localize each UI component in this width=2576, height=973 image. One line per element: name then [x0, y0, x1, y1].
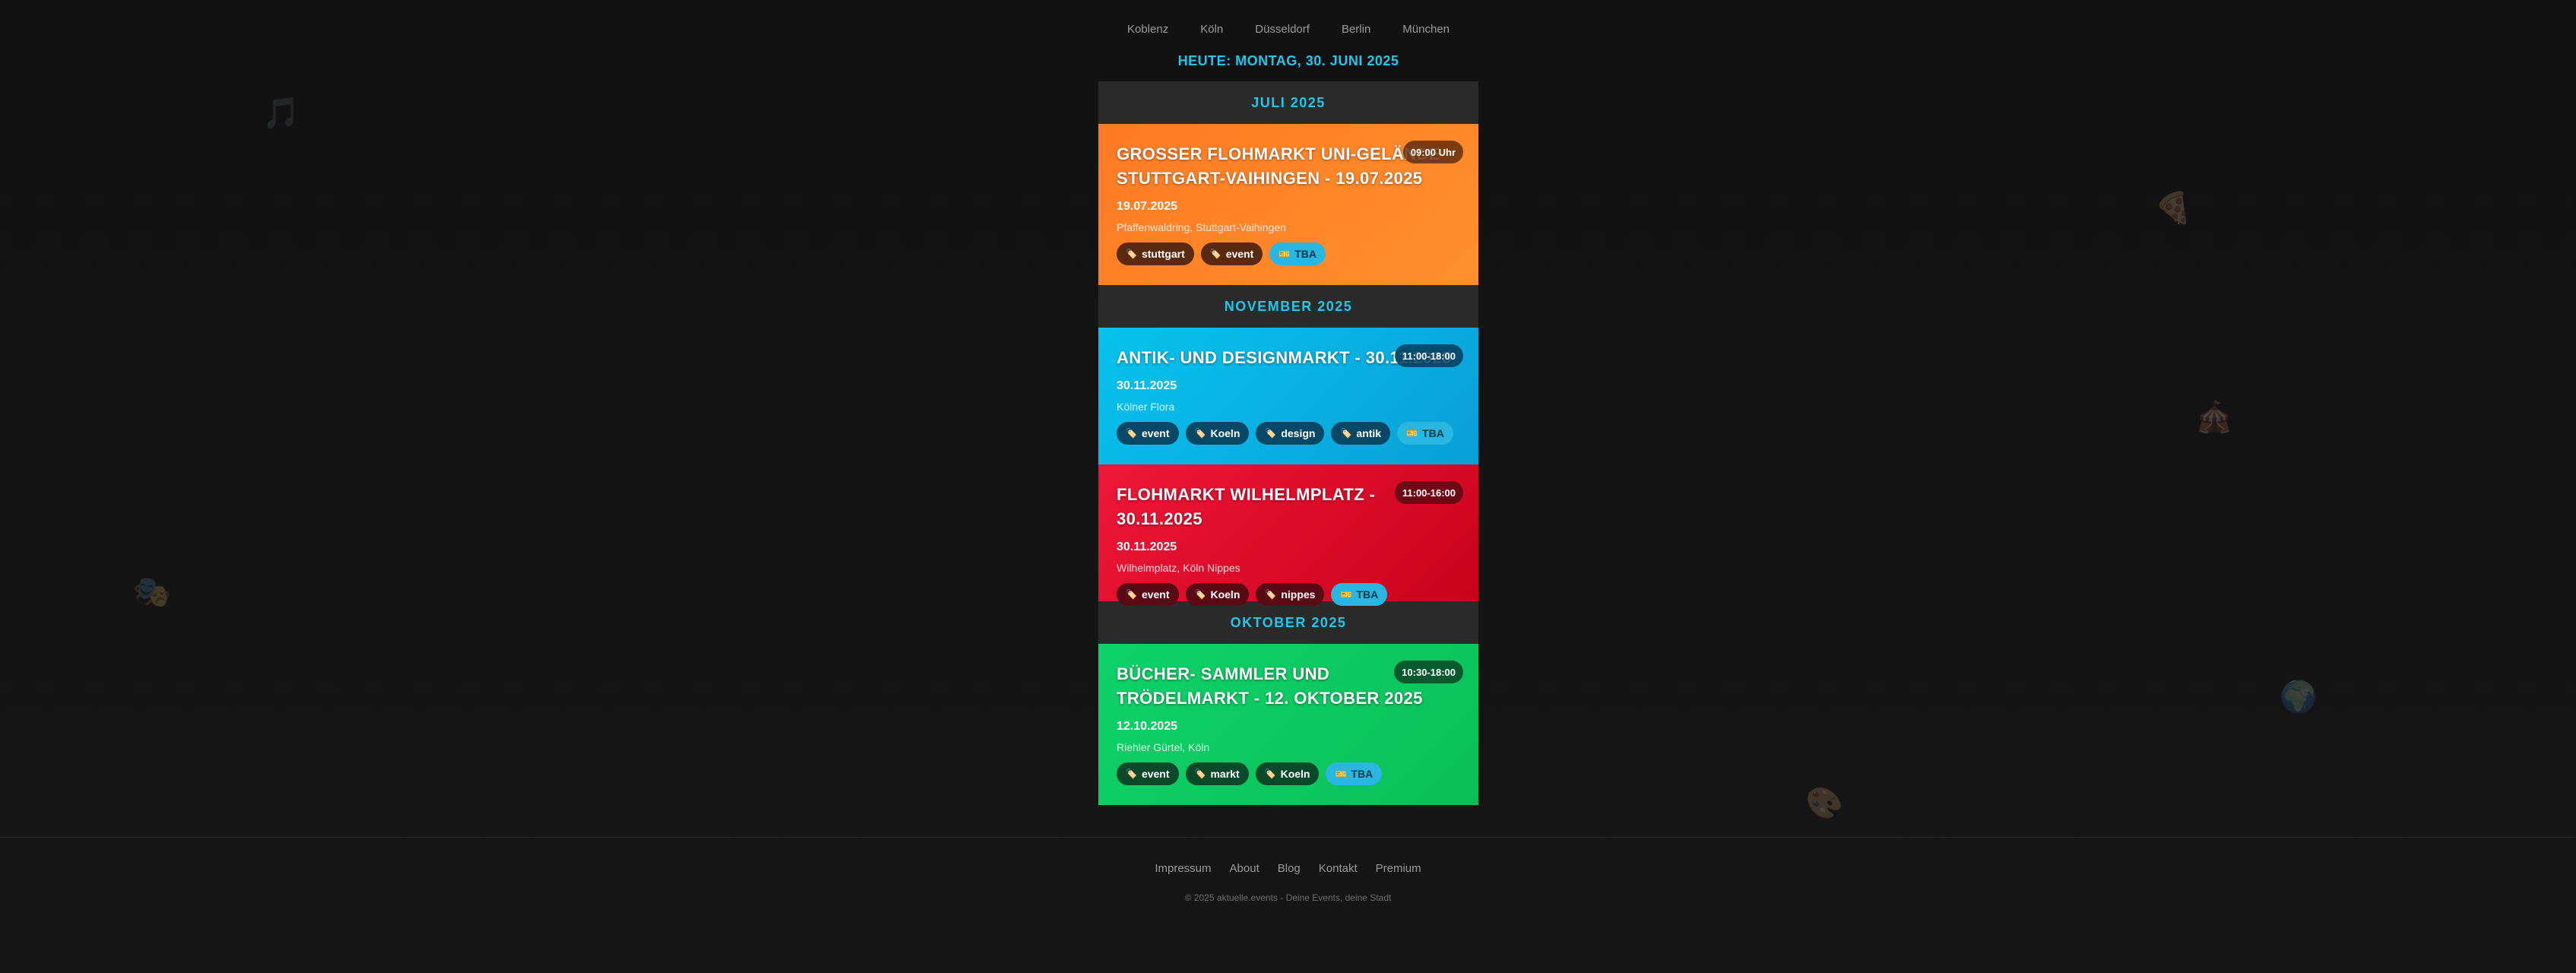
- city-link-muenchen[interactable]: München: [1402, 23, 1450, 36]
- footer-links: Impressum About Blog Kontakt Premium: [0, 862, 2576, 875]
- city-link-koeln[interactable]: Köln: [1200, 23, 1223, 36]
- tag-chip[interactable]: 🏷️ Koeln: [1255, 762, 1320, 785]
- footer-link-about[interactable]: About: [1230, 862, 1259, 875]
- time-badge: 09:00 Uhr: [1402, 141, 1463, 163]
- tba-label: TBA: [1422, 427, 1444, 439]
- tag-chip[interactable]: 🏷️ event: [1117, 762, 1179, 785]
- ticket-icon: 🎫: [1278, 249, 1291, 259]
- event-location: Riehler Gürtel, Köln: [1117, 741, 1210, 753]
- footer-link-kontakt[interactable]: Kontakt: [1319, 862, 1358, 875]
- tag-chip[interactable]: 🏷️ nippes: [1256, 583, 1325, 606]
- tag-label: event: [1225, 248, 1254, 260]
- month-header: JULI 2025: [1098, 81, 1478, 124]
- time-badge: 11:00-16:00: [1394, 481, 1463, 504]
- event-location: Pfaffenwaldring, Stuttgart-Vaihingen: [1117, 221, 1286, 233]
- tag-list: 🏷️ event 🏷️ Koeln 🏷️ nippes 🎫 TBA: [1117, 583, 1460, 606]
- event-date: 19.07.2025: [1117, 200, 1178, 213]
- tag-label: Koeln: [1280, 768, 1310, 780]
- city-link-duesseldorf[interactable]: Düsseldorf: [1255, 23, 1310, 36]
- month-header: NOVEMBER 2025: [1098, 285, 1478, 328]
- tag-label: stuttgart: [1141, 248, 1185, 260]
- tag-icon: 🏷️: [1340, 428, 1352, 439]
- event-date: 12.10.2025: [1117, 720, 1178, 733]
- tba-chip[interactable]: 🎫 TBA: [1269, 242, 1326, 265]
- tag-icon: 🏷️: [1126, 589, 1137, 600]
- theater-masks-icon: 🎭: [133, 575, 171, 609]
- tag-label: nippes: [1281, 588, 1316, 601]
- event-card[interactable]: 10:30-18:00 BÜCHER- SAMMLER UND TRÖDELMA…: [1098, 644, 1478, 805]
- event-date: 30.11.2025: [1117, 540, 1177, 553]
- footer-link-impressum[interactable]: Impressum: [1155, 862, 1211, 875]
- site-footer: Impressum About Blog Kontakt Premium © 2…: [0, 837, 2576, 973]
- tag-label: design: [1281, 427, 1316, 439]
- footer-link-blog[interactable]: Blog: [1278, 862, 1301, 875]
- ticket-icon: 🎫: [1340, 589, 1352, 600]
- tag-icon: 🏷️: [1264, 769, 1276, 779]
- tag-icon: 🏷️: [1194, 428, 1206, 439]
- city-nav: Koblenz Köln Düsseldorf Berlin München: [1098, 0, 1478, 58]
- pizza-icon: 🍕: [2154, 192, 2192, 225]
- tag-icon: 🏷️: [1194, 769, 1206, 779]
- tag-label: event: [1141, 588, 1170, 601]
- tag-label: markt: [1210, 768, 1240, 780]
- tag-icon: 🏷️: [1265, 428, 1277, 439]
- tba-chip[interactable]: 🎫 TBA: [1397, 422, 1453, 445]
- copyright: © 2025 aktuelle.events - Deine Events, d…: [1184, 892, 1392, 903]
- ticket-icon: 🎫: [1335, 769, 1347, 779]
- footer-link-premium[interactable]: Premium: [1376, 862, 1421, 875]
- tag-chip[interactable]: 🏷️ event: [1200, 242, 1263, 265]
- tag-label: event: [1141, 768, 1170, 780]
- city-link-koblenz[interactable]: Koblenz: [1127, 23, 1168, 36]
- event-feed: JULI 2025 09:00 Uhr GROSSER FLOHMARKT UN…: [1098, 81, 1478, 805]
- tag-icon: 🏷️: [1126, 249, 1137, 259]
- tag-icon: 🏷️: [1126, 428, 1137, 439]
- event-date: 30.11.2025: [1117, 379, 1177, 392]
- city-link-berlin[interactable]: Berlin: [1342, 23, 1370, 36]
- tag-label: Koeln: [1210, 427, 1240, 439]
- tag-icon: 🏷️: [1194, 589, 1206, 600]
- tag-icon: 🏷️: [1265, 589, 1277, 600]
- time-badge: 11:00-18:00: [1394, 344, 1463, 367]
- tag-list: 🏷️ event 🏷️ Koeln 🏷️ design 🏷️ antik 🎫 TBA: [1117, 422, 1460, 445]
- event-card[interactable]: 09:00 Uhr GROSSER FLOHMARKT UNI-GELÄNDE …: [1098, 124, 1478, 285]
- tag-chip[interactable]: 🏷️ markt: [1185, 762, 1249, 785]
- tag-chip[interactable]: 🏷️ event: [1117, 422, 1179, 445]
- tag-icon: 🏷️: [1126, 769, 1137, 779]
- tag-chip[interactable]: 🏷️ design: [1256, 422, 1325, 445]
- music-note-icon: 🎵: [262, 97, 300, 130]
- tba-label: TBA: [1351, 768, 1374, 780]
- event-location: Kölner Flora: [1117, 401, 1175, 413]
- circus-tent-icon: 🎪: [2195, 401, 2233, 434]
- tag-label: event: [1141, 427, 1170, 439]
- tag-chip[interactable]: 🏷️ stuttgart: [1117, 242, 1194, 265]
- tag-label: Koeln: [1210, 588, 1240, 601]
- tag-chip[interactable]: 🏷️ Koeln: [1185, 583, 1250, 606]
- tba-chip[interactable]: 🎫 TBA: [1326, 762, 1383, 785]
- tag-chip[interactable]: 🏷️ event: [1117, 583, 1179, 606]
- tag-list: 🏷️ event 🏷️ markt 🏷️ Koeln 🎫 TBA: [1117, 762, 1460, 785]
- today-label: HEUTE: MONTAG, 30. JUNI 2025: [1177, 53, 1399, 68]
- globe-icon: 🌍: [2280, 680, 2318, 714]
- tba-label: TBA: [1294, 248, 1317, 260]
- tag-chip[interactable]: 🏷️ Koeln: [1185, 422, 1250, 445]
- tag-chip[interactable]: 🏷️ antik: [1331, 422, 1391, 445]
- tag-icon: 🏷️: [1209, 249, 1221, 259]
- ticket-icon: 🎫: [1406, 428, 1418, 439]
- tba-label: TBA: [1356, 588, 1379, 601]
- event-card[interactable]: 11:00-18:00 ANTIK- UND DESIGNMARKT - 30.…: [1098, 328, 1478, 464]
- month-header: OKTOBER 2025: [1098, 601, 1478, 644]
- event-card[interactable]: 11:00-16:00 FLOHMARKT WILHELMPLATZ - 30.…: [1098, 464, 1478, 606]
- tag-label: antik: [1356, 427, 1382, 439]
- event-location: Wilhelmplatz, Köln Nippes: [1117, 562, 1240, 574]
- tag-list: 🏷️ stuttgart 🏷️ event 🎫 TBA: [1117, 242, 1460, 265]
- palette-icon: 🎨: [1805, 787, 1843, 820]
- tba-chip[interactable]: 🎫 TBA: [1331, 583, 1388, 606]
- time-badge: 10:30-18:00: [1394, 661, 1463, 683]
